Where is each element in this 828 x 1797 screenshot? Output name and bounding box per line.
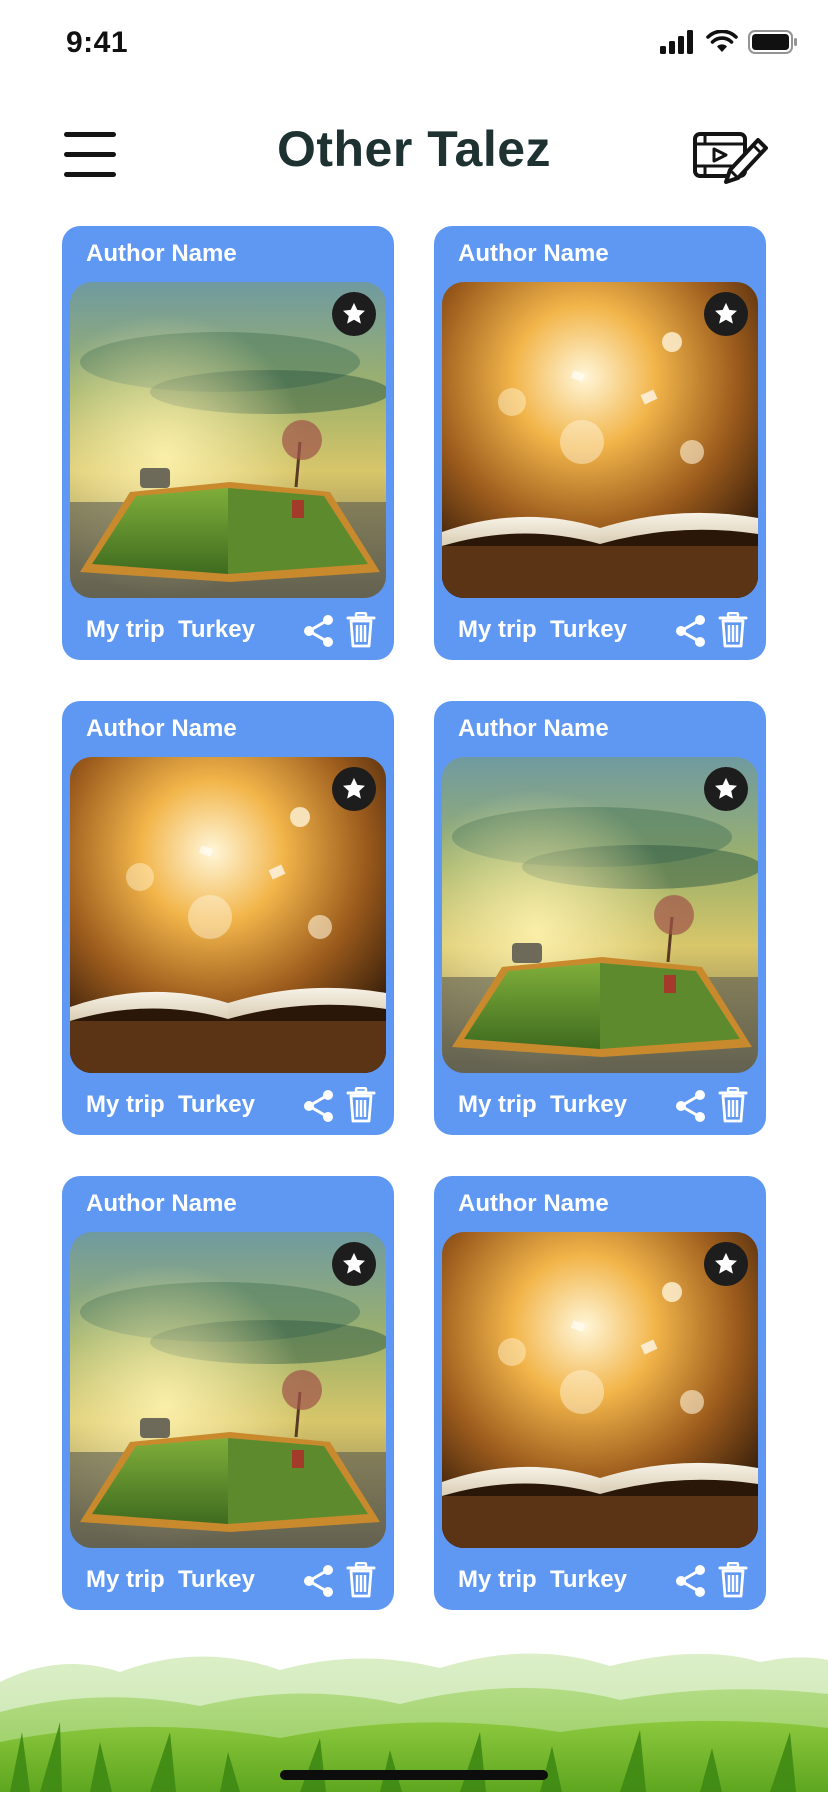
delete-button[interactable] xyxy=(718,1086,748,1123)
share-button[interactable] xyxy=(302,1089,336,1123)
share-button[interactable] xyxy=(674,1089,708,1123)
story-card[interactable]: Author Name My trip Turkey xyxy=(434,226,766,660)
favorite-button[interactable] xyxy=(332,1242,376,1286)
card-title: My trip Turkey xyxy=(458,1091,627,1118)
book-golden-image[interactable] xyxy=(442,282,758,598)
favorite-button[interactable] xyxy=(704,767,748,811)
book-golden-image[interactable] xyxy=(442,1232,758,1548)
story-card[interactable]: Author Name My trip Turkey xyxy=(62,226,394,660)
favorite-button[interactable] xyxy=(332,767,376,811)
delete-button[interactable] xyxy=(346,611,376,648)
favorite-button[interactable] xyxy=(332,292,376,336)
video-edit-icon xyxy=(692,132,768,194)
card-author: Author Name xyxy=(458,715,609,742)
trash-icon xyxy=(718,611,748,652)
star-icon xyxy=(712,1250,740,1278)
book-landscape-image[interactable] xyxy=(70,1232,386,1548)
trash-icon xyxy=(718,1086,748,1127)
card-title: My trip Turkey xyxy=(86,1091,255,1118)
story-card[interactable]: Author Name My trip Turkey xyxy=(434,1176,766,1610)
wifi-icon xyxy=(706,30,738,54)
card-title: My trip Turkey xyxy=(86,616,255,643)
signal-icon xyxy=(660,30,696,54)
story-card[interactable]: Author Name My trip Turkey xyxy=(62,701,394,1135)
star-icon xyxy=(712,775,740,803)
status-bar: 9:41 xyxy=(0,0,828,90)
card-author: Author Name xyxy=(458,1190,609,1217)
card-title: My trip Turkey xyxy=(458,616,627,643)
status-icons xyxy=(660,30,798,54)
card-author: Author Name xyxy=(86,240,237,267)
battery-icon xyxy=(748,30,798,54)
create-video-button[interactable] xyxy=(692,126,768,190)
share-icon xyxy=(674,1090,708,1127)
book-golden-image[interactable] xyxy=(70,757,386,1073)
landscape-background xyxy=(0,1582,828,1792)
star-icon xyxy=(712,300,740,328)
header: Other Talez xyxy=(0,110,828,210)
share-button[interactable] xyxy=(674,614,708,648)
star-icon xyxy=(340,1250,368,1278)
star-icon xyxy=(340,300,368,328)
story-card[interactable]: Author Name My trip Turkey xyxy=(62,1176,394,1610)
card-author: Author Name xyxy=(86,715,237,742)
favorite-button[interactable] xyxy=(704,292,748,336)
share-icon xyxy=(302,1090,336,1127)
status-time: 9:41 xyxy=(66,26,129,59)
trash-icon xyxy=(346,1086,376,1127)
delete-button[interactable] xyxy=(346,1086,376,1123)
share-icon xyxy=(674,615,708,652)
story-card[interactable]: Author Name My trip Turkey xyxy=(434,701,766,1135)
share-icon xyxy=(302,615,336,652)
delete-button[interactable] xyxy=(718,611,748,648)
home-indicator[interactable] xyxy=(280,1770,548,1780)
favorite-button[interactable] xyxy=(704,1242,748,1286)
card-author: Author Name xyxy=(86,1190,237,1217)
share-button[interactable] xyxy=(302,614,336,648)
trash-icon xyxy=(346,611,376,652)
book-landscape-image[interactable] xyxy=(70,282,386,598)
book-landscape-image[interactable] xyxy=(442,757,758,1073)
star-icon xyxy=(340,775,368,803)
card-author: Author Name xyxy=(458,240,609,267)
